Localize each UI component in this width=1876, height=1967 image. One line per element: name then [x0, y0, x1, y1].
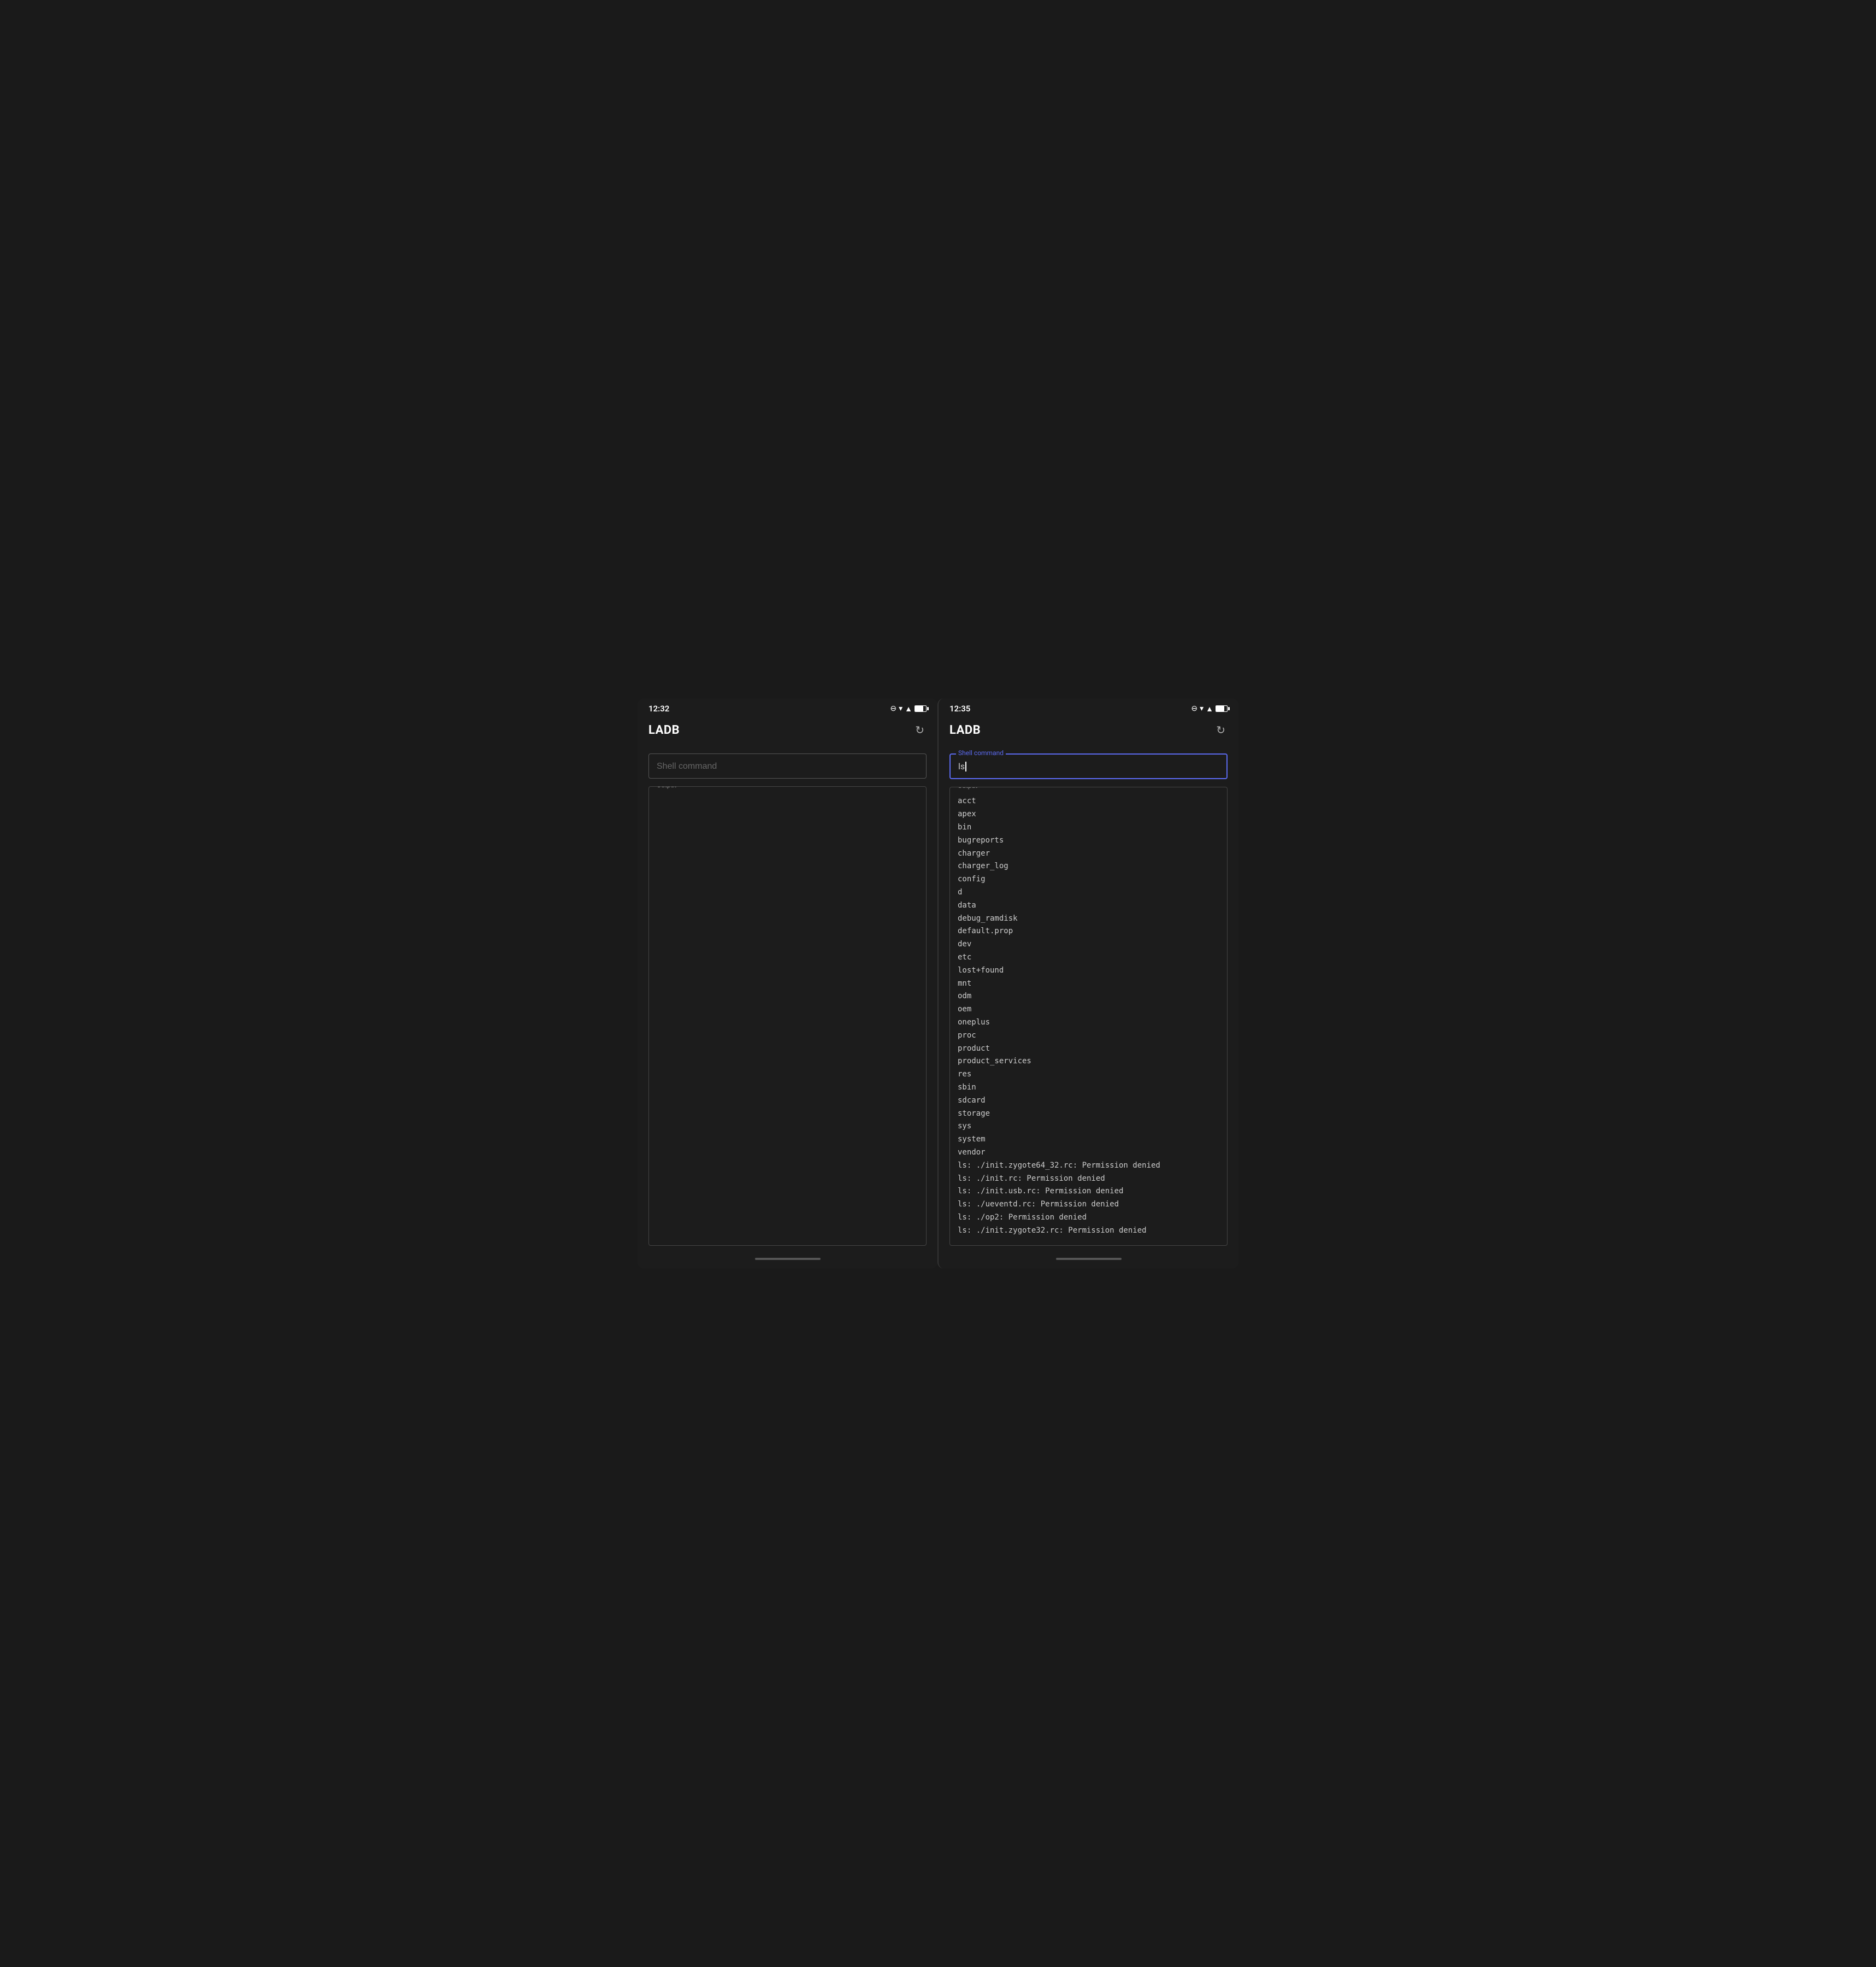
- shell-command-label-2: Shell command: [956, 749, 1006, 757]
- list-item: dev: [958, 938, 1219, 951]
- list-item: system: [958, 1133, 1219, 1146]
- status-bar-2: 12:35 ⊖ ▾ ▲: [939, 698, 1238, 717]
- list-item: sdcard: [958, 1094, 1219, 1108]
- list-item: data: [958, 899, 1219, 912]
- list-item: ls: ./op2: Permission denied: [958, 1211, 1219, 1224]
- list-item: ls: ./init.zygote64_32.rc: Permission de…: [958, 1159, 1219, 1173]
- refresh-button-1[interactable]: ↻: [913, 721, 927, 739]
- text-cursor-2: [965, 762, 966, 772]
- list-item: config: [958, 873, 1219, 886]
- battery-fill-1: [915, 706, 923, 711]
- list-item: oem: [958, 1003, 1219, 1016]
- list-item: charger: [958, 847, 1219, 861]
- battery-icon-2: [1216, 705, 1228, 712]
- list-item: acct: [958, 795, 1219, 808]
- status-time-1: 12:32: [648, 704, 669, 714]
- wifi-icon-1: ▾: [899, 704, 902, 713]
- list-item: product: [958, 1043, 1219, 1056]
- shell-command-input-1[interactable]: [657, 762, 918, 772]
- output-label-2: Output: [955, 787, 980, 790]
- output-field-1: Output: [648, 786, 927, 1245]
- list-item: debug_ramdisk: [958, 912, 1219, 926]
- shell-command-field-1[interactable]: [648, 753, 927, 779]
- list-item: oneplus: [958, 1016, 1219, 1029]
- output-label-1: Output: [654, 786, 679, 789]
- list-item: ls: ./init.usb.rc: Permission denied: [958, 1185, 1219, 1198]
- list-item: charger_log: [958, 860, 1219, 873]
- list-item: sys: [958, 1120, 1219, 1133]
- list-item: product_services: [958, 1055, 1219, 1068]
- phone-1: 12:32 ⊖ ▾ ▲ LADB ↻ Output: [638, 698, 937, 1268]
- list-item: res: [958, 1068, 1219, 1081]
- refresh-button-2[interactable]: ↻: [1214, 721, 1228, 739]
- phone-2: 12:35 ⊖ ▾ ▲ LADB ↻ Shell command ls: [937, 698, 1238, 1268]
- list-item: bin: [958, 821, 1219, 834]
- signal-icon-2: ▲: [1206, 704, 1213, 714]
- dnd-icon-1: ⊖: [890, 704, 896, 713]
- wifi-icon-2: ▾: [1200, 704, 1204, 713]
- app-title-2: LADB: [949, 723, 981, 737]
- status-icons-1: ⊖ ▾ ▲: [890, 704, 927, 714]
- list-item: odm: [958, 990, 1219, 1003]
- list-item: ls: ./init.zygote32.rc: Permission denie…: [958, 1224, 1219, 1238]
- list-item: bugreports: [958, 834, 1219, 847]
- list-item: apex: [958, 808, 1219, 821]
- list-item: ls: ./init.rc: Permission denied: [958, 1173, 1219, 1186]
- battery-fill-2: [1216, 706, 1224, 711]
- dnd-icon-2: ⊖: [1191, 704, 1197, 713]
- list-item: mnt: [958, 977, 1219, 991]
- app-header-1: LADB ↻: [638, 717, 937, 748]
- app-header-2: LADB ↻: [939, 717, 1238, 748]
- status-bar-1: 12:32 ⊖ ▾ ▲: [638, 698, 937, 717]
- home-indicator-1: [638, 1251, 937, 1269]
- list-item: sbin: [958, 1081, 1219, 1094]
- app-title-1: LADB: [648, 723, 680, 737]
- battery-icon-1: [915, 705, 927, 712]
- shell-command-text-2: ls: [958, 761, 965, 772]
- list-item: d: [958, 886, 1219, 899]
- list-item: etc: [958, 951, 1219, 964]
- signal-icon-1: ▲: [905, 704, 912, 714]
- content-2: Shell command ls Output acctapexbinbugre…: [939, 748, 1238, 1251]
- output-field-2: Output acctapexbinbugreportschargercharg…: [949, 787, 1228, 1245]
- content-1: Output: [638, 748, 937, 1251]
- status-time-2: 12:35: [949, 704, 970, 714]
- home-bar-1: [755, 1258, 821, 1260]
- list-item: default.prop: [958, 925, 1219, 938]
- home-bar-2: [1056, 1258, 1122, 1260]
- list-item: storage: [958, 1108, 1219, 1121]
- status-icons-2: ⊖ ▾ ▲: [1191, 704, 1228, 714]
- shell-command-field-2[interactable]: Shell command ls: [949, 753, 1228, 779]
- shell-command-value-2: ls: [958, 761, 1219, 772]
- list-item: lost+found: [958, 964, 1219, 977]
- home-indicator-2: [939, 1251, 1238, 1269]
- list-item: ls: ./ueventd.rc: Permission denied: [958, 1198, 1219, 1211]
- output-content-2: acctapexbinbugreportschargercharger_logc…: [958, 795, 1219, 1237]
- list-item: proc: [958, 1029, 1219, 1043]
- list-item: vendor: [958, 1146, 1219, 1159]
